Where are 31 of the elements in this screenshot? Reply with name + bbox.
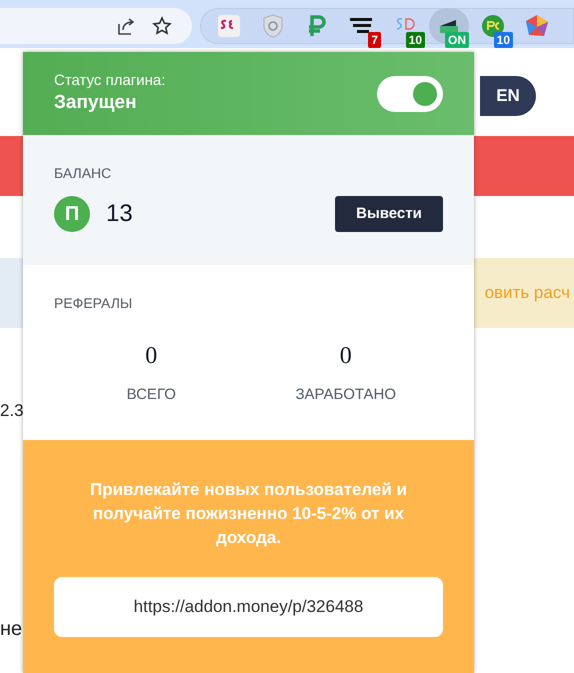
promo-text: Привлекайте новых пользователей и получайте пожизненно 10-5-2% от их дохода.: [88, 479, 408, 549]
withdraw-button[interactable]: Вывести: [335, 196, 443, 232]
balance-amount: 13: [106, 199, 133, 229]
shield-icon: [262, 14, 284, 38]
table-cell-text: 2.3: [0, 400, 24, 422]
language-button[interactable]: EN: [480, 76, 536, 116]
stat-value: 0: [340, 342, 352, 371]
stat-label: ЗАРАБОТАНО: [295, 385, 396, 405]
info-box: [0, 258, 24, 328]
referral-link-field[interactable]: https://addon.money/p/326488: [54, 577, 443, 637]
stat-value: 0: [145, 342, 158, 371]
currency-icon: П: [54, 196, 90, 232]
section-title: РЕФЕРАЛЫ: [54, 294, 134, 313]
heading-text: не: [0, 616, 22, 642]
extension-badge: 10: [406, 32, 425, 48]
stat-label: ВСЕГО: [126, 385, 176, 405]
extension-badge: 10: [494, 32, 513, 48]
extension-badge: 7: [368, 32, 381, 48]
lines-icon: [349, 16, 373, 36]
plugin-toggle[interactable]: [377, 76, 443, 112]
wallet-icon: [438, 18, 460, 34]
extension-badge: ON: [445, 32, 469, 48]
status-label: Статус плагина:: [54, 72, 166, 91]
ruble-icon: [306, 14, 328, 38]
share-icon[interactable]: [116, 16, 136, 36]
se-logo-icon: [217, 14, 241, 38]
status-value: Запущен: [54, 91, 138, 115]
section-title: БАЛАНС: [54, 164, 112, 183]
notice-text: овить расч: [484, 282, 571, 304]
star-icon[interactable]: [152, 16, 172, 36]
polygon-logo-icon: [525, 14, 549, 38]
